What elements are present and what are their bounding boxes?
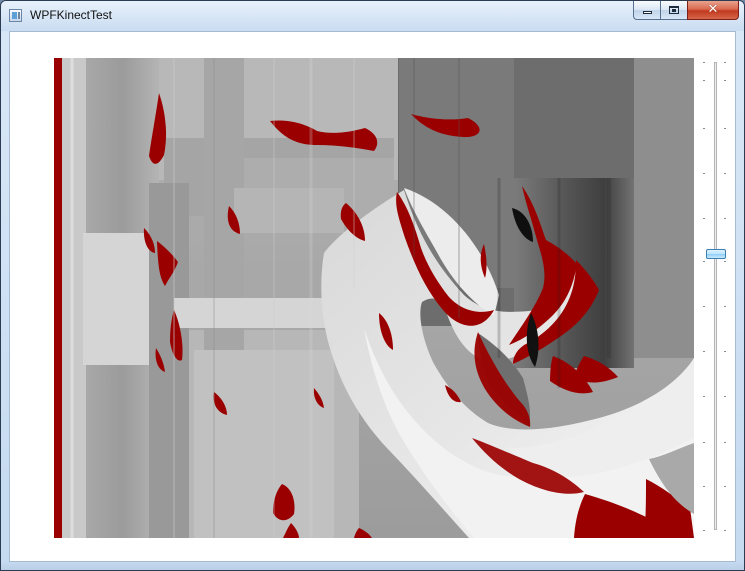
slider-tick [724,442,726,443]
minimize-icon [643,11,652,14]
minimize-button[interactable] [633,1,660,20]
slider-tick [724,218,726,219]
slider-tick [724,128,726,129]
slider-tick [703,306,705,307]
slider-tick [724,530,726,531]
slider-track[interactable] [714,62,717,530]
slider-tick [703,530,705,531]
slider-tick [724,80,726,81]
slider-tick [703,261,705,262]
window-client-area [9,31,736,562]
slider-tick [703,62,705,63]
slider-tick [703,351,705,352]
slider-tick [703,442,705,443]
slider-tick [724,261,726,262]
window-title: WPFKinectTest [30,8,113,22]
slider-tick [703,218,705,219]
slider-tick [724,396,726,397]
application-window-icon[interactable] [9,9,22,22]
maximize-icon [669,6,679,14]
slider-tick [724,486,726,487]
wpf-kinect-window: WPFKinectTest ✕ [0,0,745,571]
depth-map-graphic [54,58,694,538]
slider-tick [724,173,726,174]
maximize-button[interactable] [660,1,687,20]
slider-tick [703,173,705,174]
title-bar[interactable]: WPFKinectTest ✕ [1,1,744,31]
close-button[interactable]: ✕ [687,1,739,20]
depth-threshold-slider[interactable] [697,58,731,538]
window-caption-buttons: ✕ [633,1,739,21]
slider-thumb[interactable] [706,249,726,259]
slider-tick [703,128,705,129]
slider-tick [703,80,705,81]
slider-tick [703,486,705,487]
slider-tick [724,62,726,63]
window-bottom-edge [1,562,744,570]
slider-tick [724,351,726,352]
close-icon: ✕ [707,2,719,17]
slider-tick [724,306,726,307]
slider-tick [703,396,705,397]
kinect-depth-image [54,58,694,538]
